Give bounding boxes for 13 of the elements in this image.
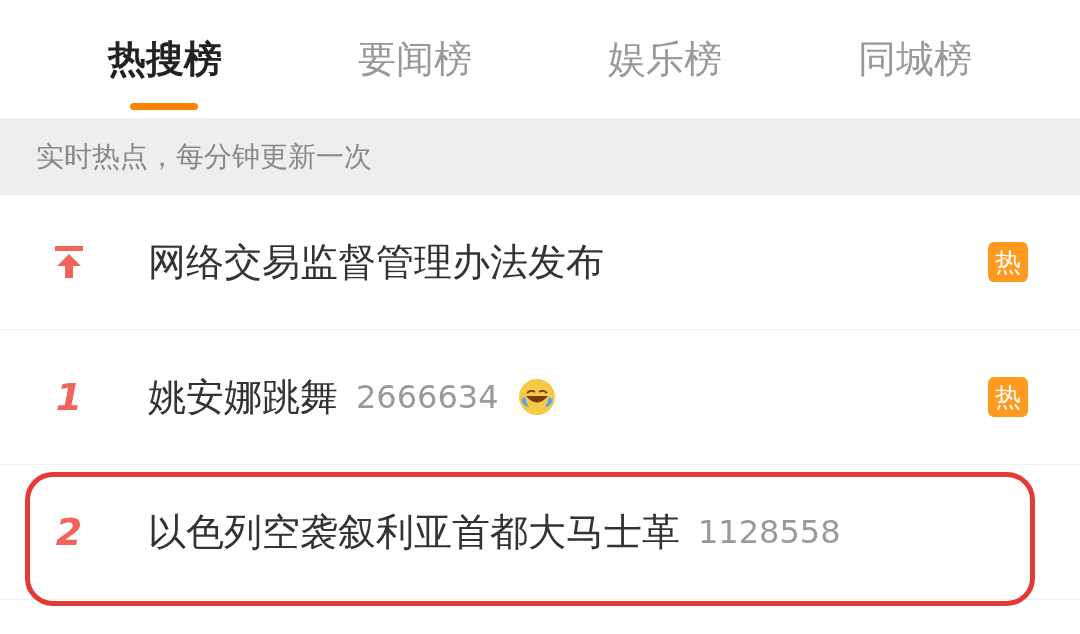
rank-number: 2 [55,508,83,556]
heat-count: 2666634 [356,377,499,418]
topic-title[interactable]: 网络交易监督管理办法发布 [148,233,604,291]
hot-badge: 热 [988,377,1028,417]
pin-to-top-icon [54,246,84,278]
heat-count: 1128558 [698,512,841,553]
tab[interactable]: 热搜榜 [40,0,290,118]
topic-title[interactable]: 姚安娜跳舞 [148,368,338,426]
notice-text: 实时热点，每分钟更新一次 [36,138,372,175]
topic-title[interactable]: 以色列空袭叙利亚首都大马士革 [148,503,680,561]
hot-badge: 热 [988,242,1028,282]
rank-number: 1 [55,373,83,421]
active-tab-indicator [130,103,198,110]
